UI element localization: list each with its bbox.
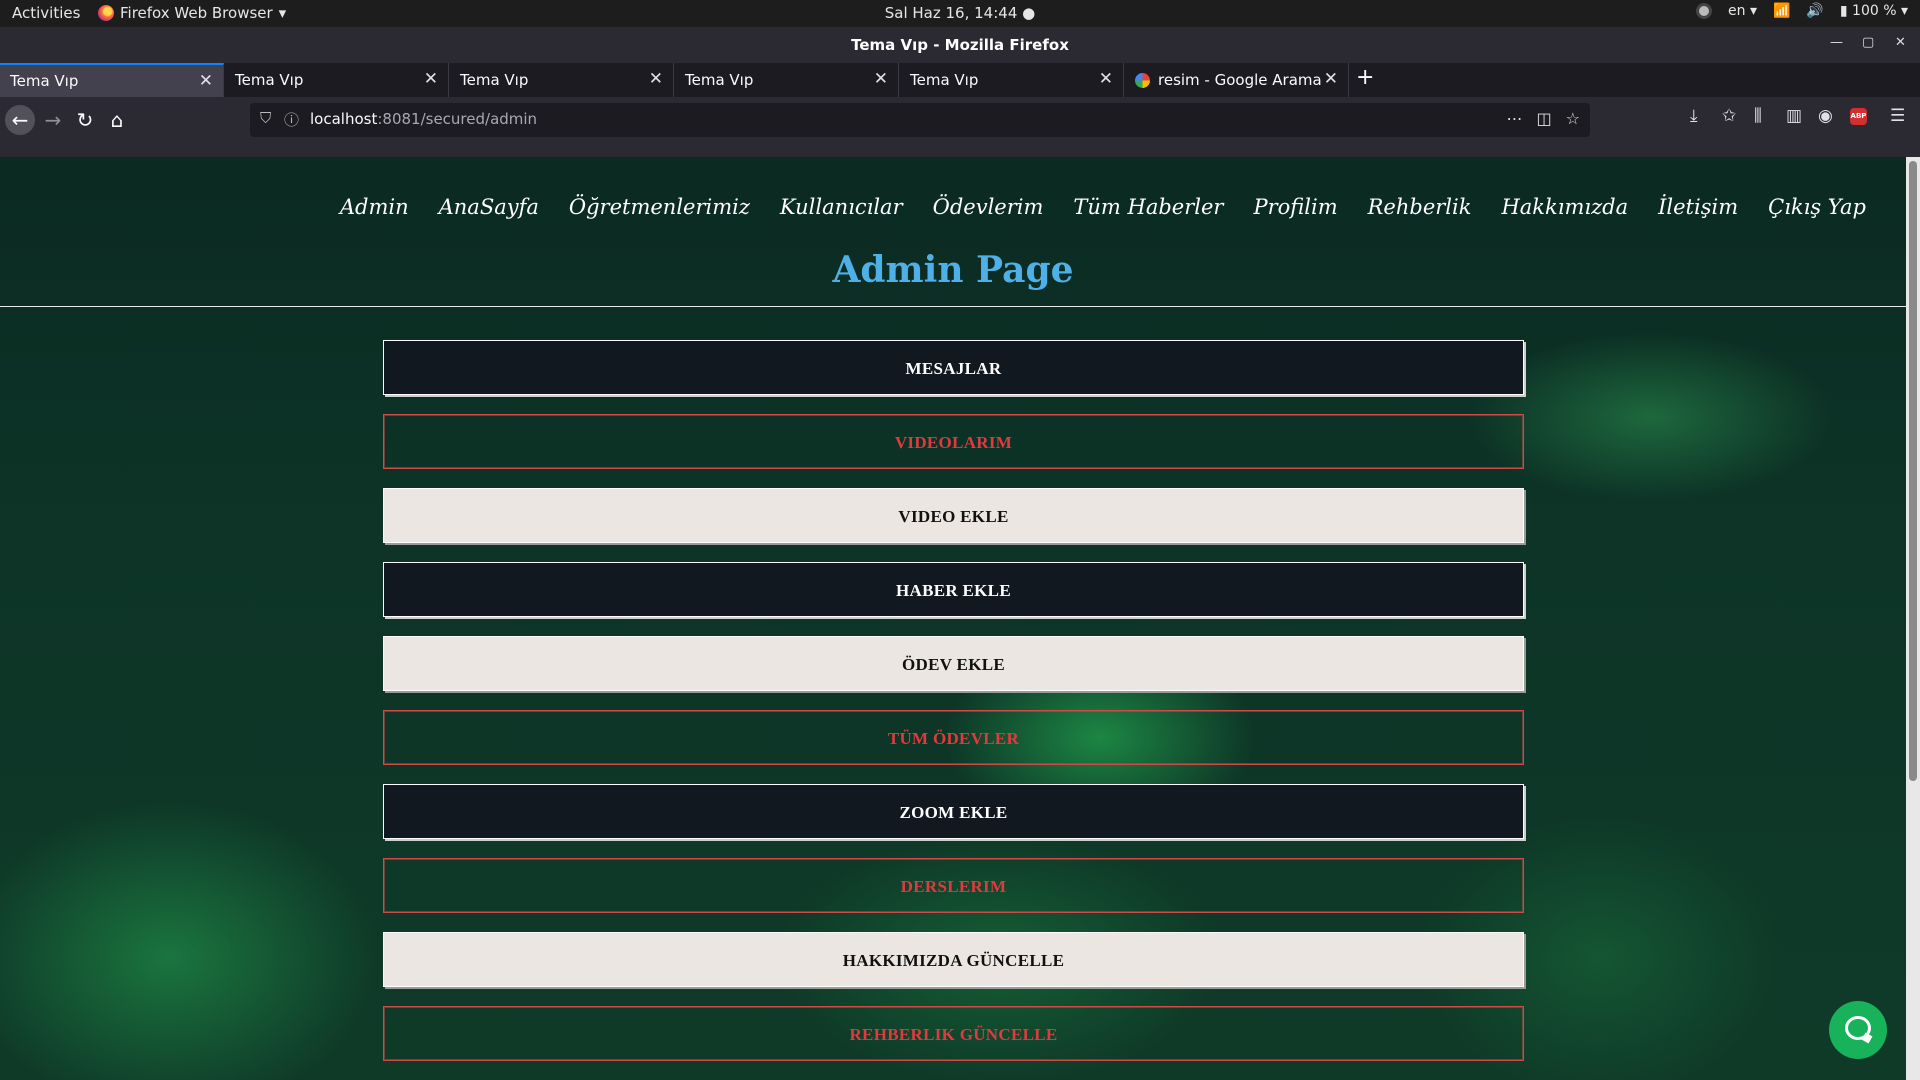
shield-icon[interactable]: ⛉ [260, 109, 271, 127]
update-guidance-button[interactable]: REHBERLIK GÜNCELLE [383, 1006, 1524, 1061]
tab-label: resim - Google Arama [1158, 71, 1322, 89]
system-tray[interactable]: en ▾ 📶 🔊 ▮ 100 % ▾ [1696, 3, 1908, 19]
nav-anasayfa[interactable]: AnaSayfa [439, 195, 539, 219]
url-bar[interactable]: ⛉ ⓘ localhost:8081/secured/admin ⋯ ◫ ☆ [250, 103, 1590, 137]
system-top-bar: Activities Firefox Web Browser ▾ Sal Haz… [0, 0, 1920, 27]
chevron-down-icon: ▾ [278, 4, 287, 22]
nav-ogretmenlerimiz[interactable]: Öğretmenlerimiz [569, 195, 750, 219]
add-homework-button[interactable]: ÖDEV EKLE [383, 636, 1524, 691]
add-zoom-button[interactable]: ZOOM EKLE [383, 784, 1524, 839]
nav-kullanicilar[interactable]: Kullanıcılar [780, 195, 903, 219]
account-icon[interactable]: ◉ [1818, 106, 1833, 126]
navigation-toolbar: ← → ↻ ⌂ ⛉ ⓘ localhost:8081/secured/admin… [0, 97, 1920, 157]
back-button[interactable]: ← [5, 105, 35, 135]
close-icon[interactable]: ✕ [199, 71, 213, 91]
page-title: Admin Page [832, 249, 1074, 291]
google-icon [1135, 72, 1150, 88]
pocket-icon[interactable]: ◫ [1537, 109, 1552, 128]
tab-2[interactable]: Tema Vıp ✕ [225, 63, 449, 97]
window-title: Tema Vıp - Mozilla Firefox [851, 36, 1069, 54]
notification-dot-icon: ● [1022, 4, 1036, 22]
activities-button[interactable]: Activities [12, 4, 80, 22]
library-icon[interactable]: ⫼ [1754, 106, 1762, 126]
clock[interactable]: Sal Haz 16, 14:44 [885, 4, 1018, 22]
firefox-icon [98, 5, 114, 21]
app-menu-label: Firefox Web Browser [120, 4, 273, 22]
tab-label: Tema Vıp [685, 71, 754, 89]
downloads-icon[interactable]: ⤓ [1690, 106, 1698, 126]
nav-admin[interactable]: Admin [340, 195, 409, 219]
window-title-bar: Tema Vıp - Mozilla Firefox — ▢ ✕ [0, 27, 1920, 63]
nav-cikis-yap[interactable]: Çıkış Yap [1768, 195, 1866, 219]
tab-5[interactable]: Tema Vıp ✕ [900, 63, 1124, 97]
close-icon[interactable]: ✕ [874, 69, 888, 89]
maximize-icon[interactable]: ▢ [1862, 35, 1874, 50]
chat-widget-button[interactable] [1829, 1001, 1887, 1059]
page-actions-icon[interactable]: ⋯ [1507, 109, 1523, 128]
battery-icon: ▮ [1839, 3, 1848, 19]
url-text[interactable]: localhost:8081/secured/admin [310, 110, 537, 128]
language-indicator[interactable]: en ▾ [1728, 3, 1757, 19]
tab-google[interactable]: resim - Google Arama ✕ [1125, 63, 1349, 97]
page-viewport: Admin AnaSayfa Öğretmenlerimiz Kullanıcı… [0, 157, 1920, 1080]
nav-profilim[interactable]: Profilim [1253, 195, 1337, 219]
close-icon[interactable]: ✕ [1099, 69, 1113, 89]
tab-label: Tema Vıp [460, 71, 529, 89]
nav-hakkimizda[interactable]: Hakkımızda [1501, 195, 1628, 219]
page-scrollbar[interactable] [1906, 157, 1920, 1080]
home-button[interactable]: ⌂ [102, 105, 132, 135]
tab-label: Tema Vıp [10, 72, 79, 90]
nav-iletisim[interactable]: İletişim [1658, 195, 1738, 219]
tab-label: Tema Vıp [910, 71, 979, 89]
close-icon[interactable]: ✕ [424, 69, 438, 89]
update-about-button[interactable]: HAKKIMIZDA GÜNCELLE [383, 932, 1524, 987]
wifi-icon[interactable]: 📶 [1773, 3, 1790, 19]
nav-rehberlik[interactable]: Rehberlik [1368, 195, 1472, 219]
add-news-button[interactable]: HABER EKLE [383, 562, 1524, 617]
tab-1[interactable]: Tema Vıp ✕ [0, 63, 224, 97]
nav-tum-haberler[interactable]: Tüm Haberler [1073, 195, 1223, 219]
bookmark-star-icon[interactable]: ☆ [1566, 109, 1580, 128]
forward-button[interactable]: → [38, 105, 68, 135]
battery-indicator[interactable]: ▮ 100 % ▾ [1840, 3, 1908, 19]
new-tab-button[interactable]: + [1356, 65, 1374, 90]
app-menu[interactable]: Firefox Web Browser ▾ [98, 4, 286, 22]
close-icon[interactable]: ✕ [649, 69, 663, 89]
tab-4[interactable]: Tema Vıp ✕ [675, 63, 899, 97]
tab-label: Tema Vıp [235, 71, 304, 89]
bookmarks-icon[interactable]: ✩ [1722, 106, 1736, 126]
header-divider [0, 306, 1906, 307]
accessibility-icon[interactable] [1696, 3, 1712, 19]
nav-odevlerim[interactable]: Ödevlerim [933, 195, 1044, 219]
window-close-icon[interactable]: ✕ [1895, 35, 1906, 50]
hamburger-menu-icon[interactable]: ☰ [1890, 106, 1905, 126]
tab-3[interactable]: Tema Vıp ✕ [450, 63, 674, 97]
sidebar-icon[interactable]: ▥ [1786, 106, 1802, 126]
reload-button[interactable]: ↻ [70, 105, 100, 135]
my-lessons-button[interactable]: DERSLERIM [383, 858, 1524, 913]
messages-button[interactable]: MESAJLAR [383, 340, 1524, 395]
info-icon[interactable]: ⓘ [284, 109, 299, 130]
tab-strip: Tema Vıp ✕ Tema Vıp ✕ Tema Vıp ✕ Tema Vı… [0, 63, 1920, 97]
adblock-icon[interactable]: ABP [1850, 108, 1867, 125]
scrollbar-thumb[interactable] [1909, 161, 1917, 781]
volume-icon[interactable]: 🔊 [1806, 3, 1823, 19]
add-video-button[interactable]: VIDEO EKLE [383, 488, 1524, 543]
close-icon[interactable]: ✕ [1324, 69, 1338, 89]
site-nav: Admin AnaSayfa Öğretmenlerimiz Kullanıcı… [340, 195, 1866, 219]
all-homework-button[interactable]: TÜM ÖDEVLER [383, 710, 1524, 765]
minimize-icon[interactable]: — [1830, 35, 1843, 50]
my-videos-button[interactable]: VIDEOLARIM [383, 414, 1524, 469]
